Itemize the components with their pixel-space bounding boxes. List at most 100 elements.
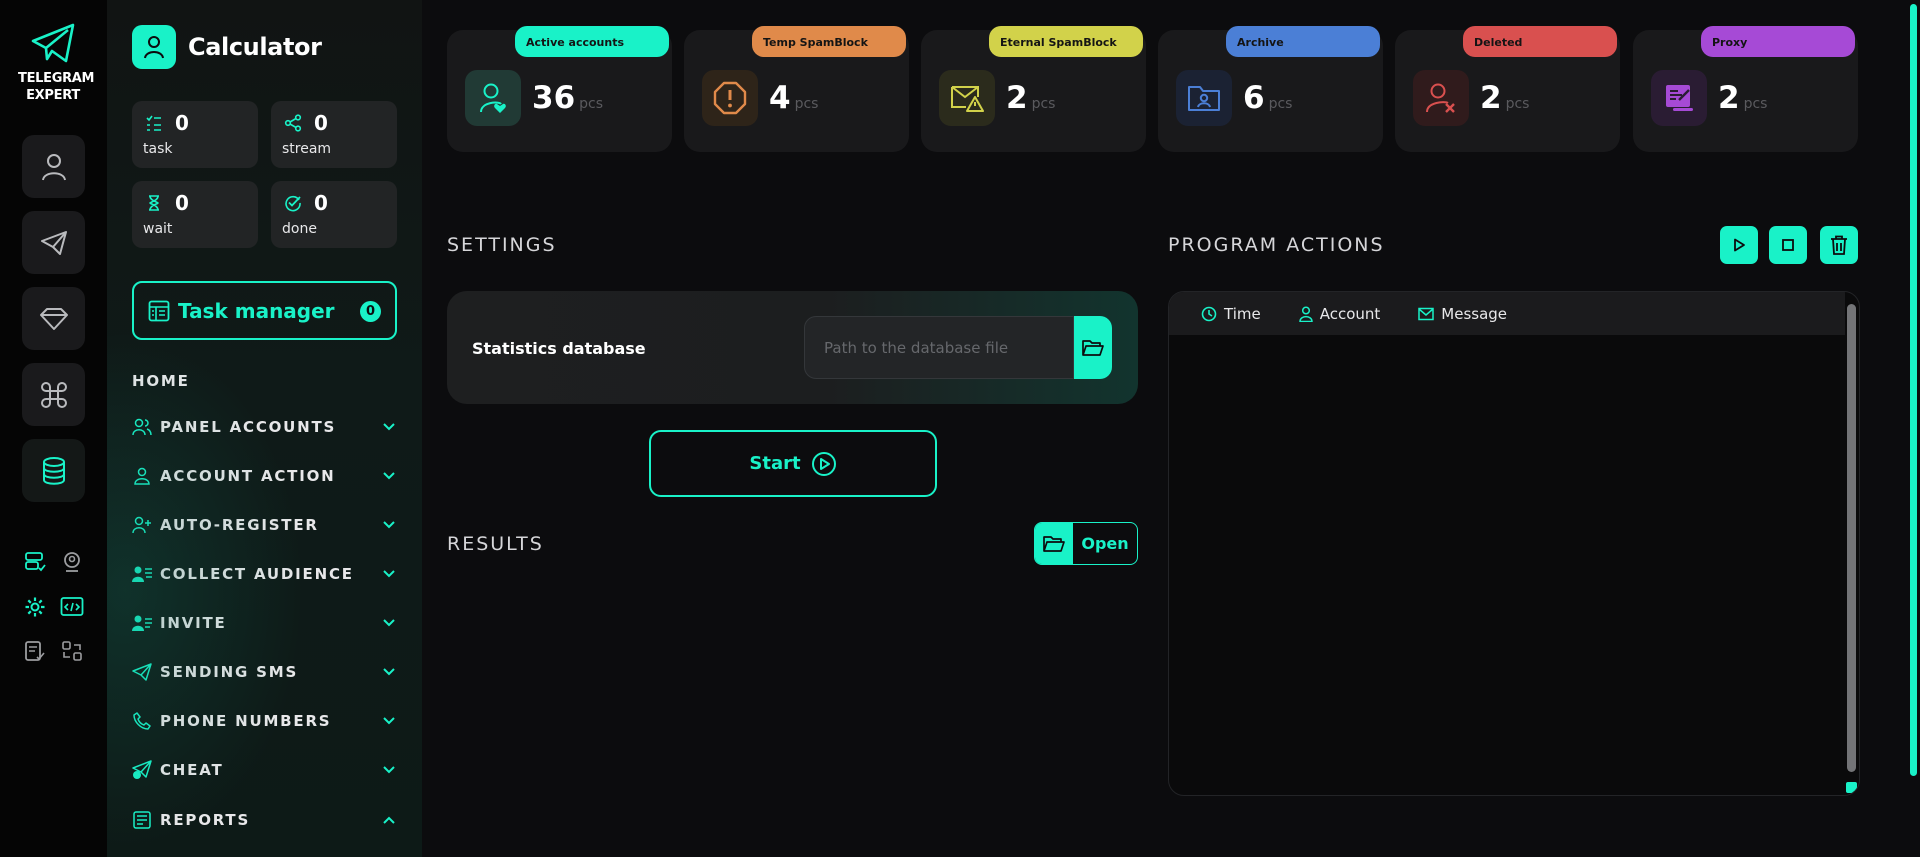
resize-handle[interactable]: [1846, 782, 1857, 793]
app-name-line2: EXPERT: [26, 88, 80, 103]
statistics-database-label: Statistics database: [472, 339, 646, 358]
nav-label: ACCOUNT ACTION: [160, 467, 336, 485]
command-icon: [40, 381, 67, 408]
server-check-button[interactable]: [21, 548, 49, 576]
card-archive[interactable]: Archive 6 pcs: [1158, 26, 1383, 152]
app-name-line1: TELEGRAM: [18, 71, 95, 86]
rail-accounts-button[interactable]: [22, 135, 85, 198]
card-tag: Archive: [1226, 26, 1380, 57]
rail-command-button[interactable]: [22, 363, 85, 426]
run-button[interactable]: [1720, 226, 1758, 264]
rail-send-button[interactable]: [22, 211, 85, 274]
report-check-icon: [25, 641, 45, 661]
checklist-icon: [146, 115, 161, 131]
icon-rail: TELEGRAM EXPERT: [0, 0, 107, 857]
diamond-icon: [39, 307, 68, 330]
start-label: Start: [749, 453, 801, 474]
chevron-down-icon: [383, 423, 395, 431]
card-value: 36 pcs: [532, 80, 603, 116]
card-unit: pcs: [1268, 96, 1293, 112]
nav-label: PANEL ACCOUNTS: [160, 418, 337, 436]
card-number: 6: [1243, 80, 1265, 116]
stat-wait-label: wait: [143, 221, 173, 237]
users-icon: [132, 418, 152, 436]
nav-invite[interactable]: INVITE: [132, 608, 402, 638]
rail-diamond-button[interactable]: [22, 287, 85, 350]
settings-gear-icon: [25, 597, 45, 617]
card-deleted[interactable]: Deleted 2 pcs: [1395, 26, 1620, 152]
card-unit: pcs: [794, 96, 819, 112]
user-location-icon: [64, 552, 80, 572]
stop-button[interactable]: [1769, 226, 1807, 264]
card-eternal-spamblock[interactable]: Eternal SpamBlock 2 pcs: [921, 26, 1146, 152]
user-heart-icon: [465, 70, 521, 126]
server-check-icon: [25, 552, 46, 572]
stat-stream-label: stream: [282, 141, 332, 157]
column-label: Time: [1224, 304, 1261, 323]
trash-icon: [1831, 235, 1847, 255]
user-location-button[interactable]: [58, 548, 86, 576]
card-value: 2 pcs: [1006, 80, 1055, 116]
column-message: Message: [1418, 305, 1507, 323]
card-proxy[interactable]: Proxy 2 pcs: [1633, 26, 1858, 152]
chevron-down-icon: [383, 668, 395, 676]
clear-log-button[interactable]: [1820, 226, 1858, 264]
stat-wait: 0 wait: [132, 181, 258, 248]
user-invite-icon: [132, 615, 152, 631]
card-active-accounts[interactable]: Active accounts 36 pcs: [447, 26, 672, 152]
nav-phone-numbers[interactable]: PHONE NUMBERS: [132, 706, 402, 736]
column-label: Account: [1319, 304, 1381, 323]
nav-auto-register[interactable]: AUTO-REGISTER: [132, 510, 402, 540]
swap-button[interactable]: [58, 637, 86, 665]
card-tag: Temp SpamBlock: [752, 26, 906, 57]
card-value: 2 pcs: [1480, 80, 1529, 116]
stat-task-value: 0: [175, 111, 189, 135]
log-scrollbar[interactable]: [1847, 304, 1856, 772]
sidebar: Calculator 0 task 0 stream 0 wait 0 done…: [107, 0, 422, 857]
database-path-input[interactable]: [804, 316, 1074, 379]
task-manager-button[interactable]: Task manager 0: [132, 281, 397, 340]
code-window-icon: [60, 597, 84, 616]
page-scrollbar[interactable]: [1910, 4, 1917, 776]
user-icon: [1298, 305, 1313, 322]
nav-reports[interactable]: REPORTS: [132, 805, 402, 835]
start-button[interactable]: Start: [649, 430, 937, 497]
card-value: 2 pcs: [1718, 80, 1767, 116]
settings-heading: SETTINGS: [447, 234, 557, 256]
nav-collect-audience[interactable]: COLLECT AUDIENCE: [132, 559, 402, 589]
card-number: 4: [769, 80, 791, 116]
rail-database-button[interactable]: [22, 439, 85, 502]
send-icon: [132, 663, 152, 681]
card-temp-spamblock[interactable]: Temp SpamBlock 4 pcs: [684, 26, 909, 152]
nav-account-action[interactable]: ACCOUNT ACTION: [132, 461, 402, 491]
card-unit: pcs: [1505, 96, 1530, 112]
page-title: Calculator: [188, 33, 322, 61]
stat-stream-value: 0: [314, 111, 328, 135]
app-window: TELEGRAM EXPERT Calculator 0 task 0 stre…: [0, 0, 1920, 857]
app-logo: TELEGRAM EXPERT: [18, 22, 95, 104]
user-list-icon: [132, 566, 152, 582]
code-window-button[interactable]: [58, 593, 86, 621]
settings-panel: Statistics database: [447, 291, 1138, 404]
nav-panel-accounts[interactable]: PANEL ACCOUNTS: [132, 412, 402, 442]
card-unit: pcs: [1031, 96, 1056, 112]
play-circle-icon: [811, 451, 836, 476]
column-account: Account: [1298, 304, 1381, 323]
swap-icon: [62, 641, 82, 661]
chevron-down-icon: [383, 766, 395, 774]
nav-sending-sms[interactable]: SENDING SMS: [132, 657, 402, 687]
nav-label: COLLECT AUDIENCE: [160, 565, 354, 583]
mail-icon: [1418, 307, 1435, 320]
nav-home[interactable]: HOME: [132, 372, 190, 390]
card-unit: pcs: [579, 96, 604, 112]
report-check-button[interactable]: [21, 637, 49, 665]
task-manager-count-badge: 0: [360, 301, 381, 322]
browse-database-button[interactable]: [1074, 316, 1112, 379]
open-results-button[interactable]: Open: [1034, 522, 1138, 565]
nav-cheat[interactable]: CHEAT: [132, 755, 402, 785]
folder-user-icon: [1176, 70, 1232, 126]
column-time: Time: [1201, 305, 1261, 323]
settings-gear-button[interactable]: [21, 593, 49, 621]
stat-done-value: 0: [314, 191, 328, 215]
card-tag: Active accounts: [515, 26, 669, 57]
